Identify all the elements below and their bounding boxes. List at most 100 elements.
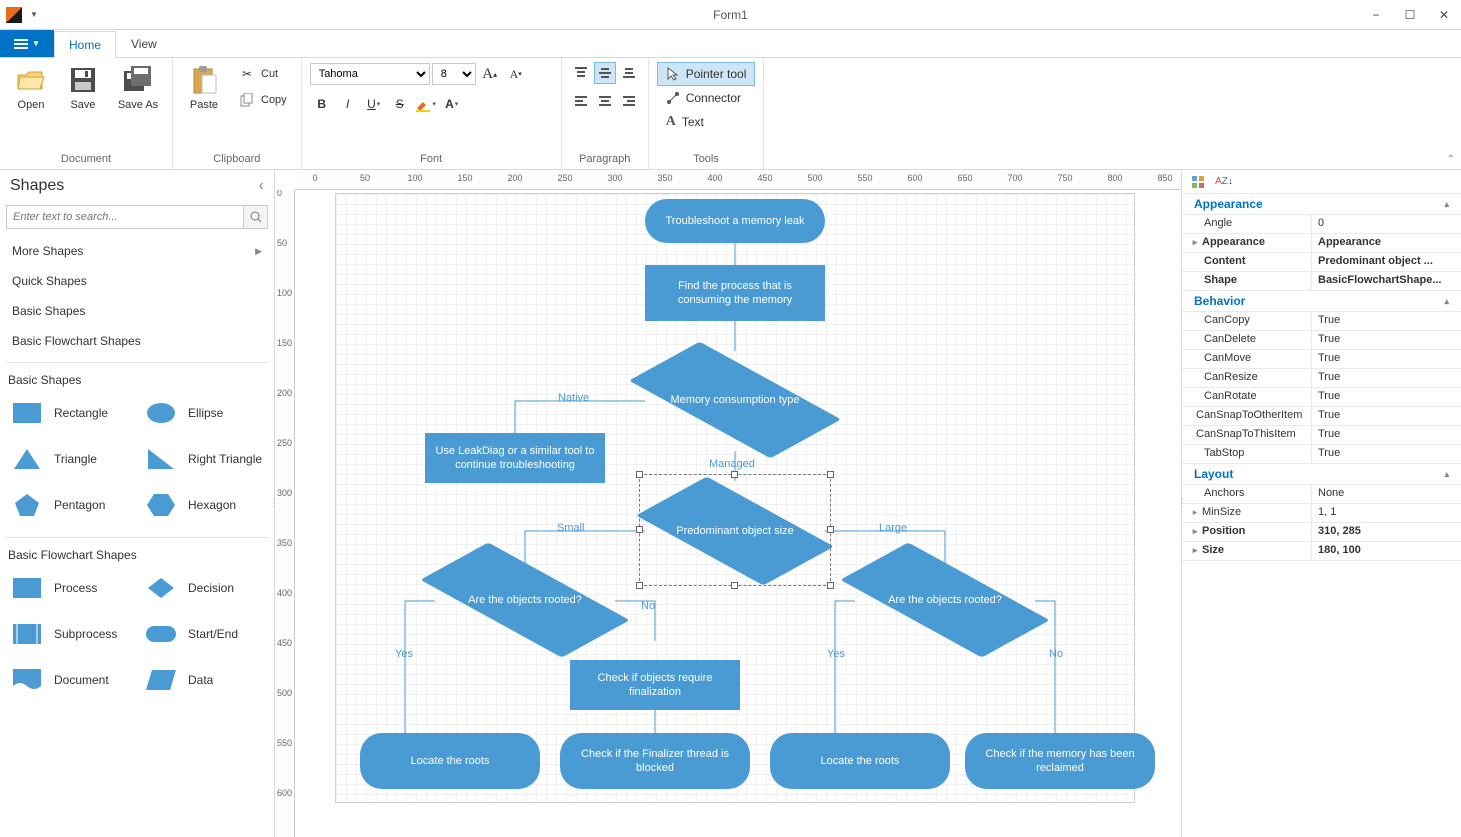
shape-ellipse[interactable]: Ellipse: [138, 391, 270, 435]
prop-candelete[interactable]: CanDeleteTrue: [1182, 331, 1461, 350]
shapes-search-input[interactable]: [6, 205, 244, 229]
ribbon-group-document: Open Save Save As Document: [0, 58, 173, 169]
shape-startend[interactable]: Start/End: [138, 612, 270, 656]
paste-label: Paste: [190, 99, 218, 111]
close-button[interactable]: ✕: [1427, 1, 1461, 29]
prop-alphabetical-button[interactable]: AZ↓: [1214, 172, 1234, 192]
copy-icon: [239, 92, 255, 108]
valign-middle-button[interactable]: [594, 62, 616, 84]
underline-button[interactable]: U▾: [362, 92, 386, 116]
label-managed: Managed: [709, 458, 755, 470]
prop-anchors[interactable]: AnchorsNone: [1182, 485, 1461, 504]
shape-pentagon[interactable]: Pentagon: [4, 483, 136, 527]
node-rooted-left[interactable]: Are the objects rooted?: [425, 552, 625, 648]
node-check-finalize[interactable]: Check if objects require finalization: [570, 660, 740, 710]
text-tool-button[interactable]: A Text: [657, 110, 713, 134]
connector-tool-button[interactable]: Connector: [657, 86, 750, 110]
shape-data[interactable]: Data: [138, 658, 270, 702]
prop-position[interactable]: ▸Position310, 285: [1182, 523, 1461, 542]
valign-bottom-button[interactable]: [618, 62, 640, 84]
tab-home[interactable]: Home: [54, 31, 116, 58]
file-menu-button[interactable]: ▼: [0, 30, 54, 57]
node-leakdiag[interactable]: Use LeakDiag or a similar tool to contin…: [425, 433, 605, 483]
pointer-tool-button[interactable]: Pointer tool: [657, 62, 756, 86]
halign-right-button[interactable]: [618, 90, 640, 112]
italic-button[interactable]: I: [336, 92, 360, 116]
font-color-button[interactable]: A▾: [440, 92, 464, 116]
shape-document[interactable]: Document: [4, 658, 136, 702]
node-memory-type[interactable]: Memory consumption type: [635, 350, 835, 450]
label-no-1: No: [641, 600, 655, 612]
prop-appearance[interactable]: ▸AppearanceAppearance: [1182, 234, 1461, 253]
shape-right-triangle[interactable]: Right Triangle: [138, 437, 270, 481]
prop-cancopy[interactable]: CanCopyTrue: [1182, 312, 1461, 331]
label-large: Large: [879, 522, 907, 534]
node-rooted-right[interactable]: Are the objects rooted?: [845, 552, 1045, 648]
maximize-button[interactable]: ☐: [1393, 1, 1427, 29]
node-memory-reclaimed[interactable]: Check if the memory has been reclaimed: [965, 733, 1155, 789]
node-finalizer-blocked[interactable]: Check if the Finalizer thread is blocked: [560, 733, 750, 789]
save-icon: [67, 64, 99, 96]
font-family-select[interactable]: Tahoma: [310, 63, 430, 85]
prop-tabstop[interactable]: TabStopTrue: [1182, 445, 1461, 464]
valign-top-button[interactable]: [570, 62, 592, 84]
tab-view[interactable]: View: [116, 30, 172, 57]
nav-basic-shapes[interactable]: Basic Shapes: [0, 296, 274, 326]
nav-more-shapes[interactable]: More Shapes▶: [0, 236, 274, 266]
font-size-select[interactable]: 8: [432, 63, 476, 85]
minimize-button[interactable]: −: [1359, 1, 1393, 29]
prop-cat-layout[interactable]: Layout▴: [1182, 464, 1461, 485]
prop-cansnapother[interactable]: CanSnapToOtherItemTrue: [1182, 407, 1461, 426]
shapes-panel: Shapes ‹ More Shapes▶ Quick Shapes Basic…: [0, 170, 275, 837]
prop-categorized-button[interactable]: [1188, 172, 1208, 192]
halign-left-button[interactable]: [570, 90, 592, 112]
collapse-shapes-button[interactable]: ‹: [259, 177, 264, 195]
prop-size[interactable]: ▸Size180, 100: [1182, 542, 1461, 561]
shape-hexagon[interactable]: Hexagon: [138, 483, 270, 527]
save-label: Save: [70, 99, 95, 111]
increase-font-button[interactable]: A▴: [478, 62, 502, 86]
save-button[interactable]: Save: [60, 62, 106, 136]
open-button[interactable]: Open: [8, 62, 54, 136]
strikethrough-button[interactable]: S: [388, 92, 412, 116]
quick-access-dropdown[interactable]: ▼: [30, 10, 38, 19]
window-title: Form1: [713, 8, 748, 22]
property-splitter[interactable]: ⋮: [1178, 486, 1186, 522]
node-locate-roots-1[interactable]: Locate the roots: [360, 733, 540, 789]
node-predominant-size[interactable]: Predominant object size: [645, 481, 825, 581]
nav-quick-shapes[interactable]: Quick Shapes: [0, 266, 274, 296]
node-start[interactable]: Troubleshoot a memory leak: [645, 199, 825, 243]
shape-rectangle[interactable]: Rectangle: [4, 391, 136, 435]
search-button[interactable]: [244, 205, 268, 229]
nav-flowchart-shapes[interactable]: Basic Flowchart Shapes: [0, 326, 274, 356]
diagram-canvas[interactable]: Troubleshoot a memory leak Find the proc…: [295, 190, 1181, 837]
prop-canrotate[interactable]: CanRotateTrue: [1182, 388, 1461, 407]
paste-button[interactable]: Paste: [181, 62, 227, 136]
saveas-button[interactable]: Save As: [112, 62, 164, 136]
ruler-horizontal: 0501001502002503003504004505005506006507…: [295, 170, 1181, 190]
prop-cat-appearance[interactable]: Appearance▴: [1182, 194, 1461, 215]
prop-cat-behavior[interactable]: Behavior▴: [1182, 291, 1461, 312]
prop-angle[interactable]: Angle0: [1182, 215, 1461, 234]
prop-canmove[interactable]: CanMoveTrue: [1182, 350, 1461, 369]
copy-button[interactable]: Copy: [233, 88, 293, 112]
halign-center-button[interactable]: [594, 90, 616, 112]
shape-triangle[interactable]: Triangle: [4, 437, 136, 481]
shape-decision[interactable]: Decision: [138, 566, 270, 610]
highlight-color-button[interactable]: ▾: [414, 92, 438, 116]
node-find-process[interactable]: Find the process that is consuming the m…: [645, 265, 825, 321]
prop-cansnapthis[interactable]: CanSnapToThisItemTrue: [1182, 426, 1461, 445]
cut-button[interactable]: ✂ Cut: [233, 62, 293, 86]
prop-shape[interactable]: ShapeBasicFlowchartShape...: [1182, 272, 1461, 291]
shape-subprocess[interactable]: Subprocess: [4, 612, 136, 656]
search-icon: [250, 211, 262, 223]
prop-canresize[interactable]: CanResizeTrue: [1182, 369, 1461, 388]
bold-button[interactable]: B: [310, 92, 334, 116]
prop-minsize[interactable]: ▸MinSize1, 1: [1182, 504, 1461, 523]
collapse-ribbon-button[interactable]: ⌃: [1447, 154, 1455, 165]
shape-process[interactable]: Process: [4, 566, 136, 610]
node-locate-roots-2[interactable]: Locate the roots: [770, 733, 950, 789]
connector-icon: [666, 91, 680, 105]
decrease-font-button[interactable]: A▾: [504, 62, 528, 86]
prop-content[interactable]: ContentPredominant object ...: [1182, 253, 1461, 272]
